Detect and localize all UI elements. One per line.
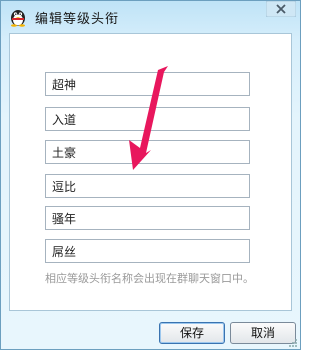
title-bar[interactable]: 编辑等级头衔 [1, 0, 300, 33]
close-icon [265, 0, 297, 18]
title-list-panel: 相应等级头衔名称会出现在群聊天窗口中。 [9, 33, 292, 311]
qq-penguin-icon [11, 10, 25, 27]
dialog-footer: 保存 取消 [1, 313, 300, 349]
close-button[interactable] [265, 0, 297, 18]
level-title-input-5[interactable] [45, 206, 250, 230]
level-title-input-2[interactable] [45, 107, 250, 131]
resize-grip-icon[interactable] [288, 338, 298, 348]
window-title: 编辑等级头衔 [35, 12, 120, 27]
level-title-input-1[interactable] [45, 72, 250, 96]
save-button[interactable]: 保存 [159, 322, 225, 344]
edit-level-title-dialog: 编辑等级头衔 相应等级头衔名称会出现在群聊天窗口中。 保存 取消 [0, 0, 301, 350]
level-title-input-3[interactable] [45, 140, 250, 164]
hint-text: 相应等级头衔名称会出现在群聊天窗口中。 [45, 272, 254, 285]
level-title-input-4[interactable] [45, 174, 250, 198]
cancel-button[interactable]: 取消 [230, 322, 296, 344]
level-title-input-6[interactable] [45, 239, 250, 263]
